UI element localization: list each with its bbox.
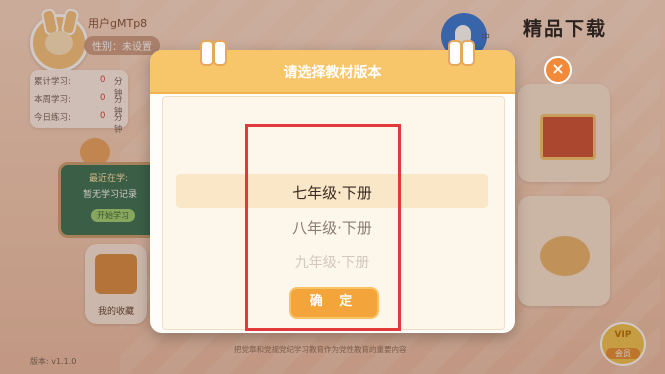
binder-ring-icon <box>448 40 462 66</box>
binder-ring-icon <box>213 40 227 66</box>
highlight-annotation-box <box>245 124 401 331</box>
close-icon[interactable]: × <box>544 56 572 84</box>
binder-ring-icon <box>200 40 214 66</box>
binder-ring-icon <box>461 40 475 66</box>
